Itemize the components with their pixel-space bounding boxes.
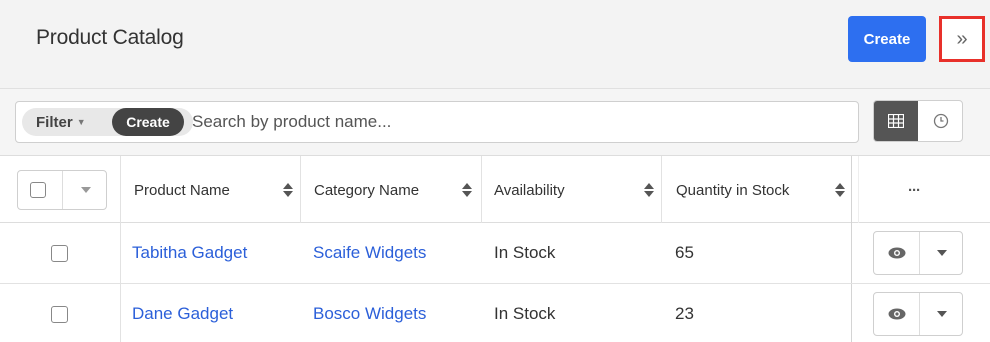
row-actions-dropdown[interactable]	[920, 293, 963, 335]
eye-icon	[888, 247, 905, 259]
table-row: Dane Gadget Bosco Widgets In Stock 23	[0, 284, 990, 342]
caret-down-icon	[936, 311, 947, 317]
mass-select-dropdown[interactable]	[17, 170, 107, 210]
page-header: Product Catalog Create »	[0, 0, 990, 88]
caret-down-icon[interactable]	[81, 187, 91, 193]
availability-cell: In Stock	[494, 304, 556, 323]
create-button[interactable]: Create	[848, 16, 926, 62]
search-input[interactable]	[192, 108, 842, 136]
table-row: Tabitha Gadget Scaife Widgets In Stock 6…	[0, 223, 990, 284]
product-name-link[interactable]: Tabitha Gadget	[132, 223, 247, 283]
search-container: Filter ▼ Create	[15, 101, 859, 143]
sort-icon[interactable]	[644, 183, 654, 197]
double-chevron-right-icon: »	[956, 27, 968, 50]
actions-column-menu[interactable]: ···	[908, 156, 921, 224]
preview-button[interactable]	[874, 232, 919, 274]
list-view-icon	[888, 114, 904, 128]
column-header-category-name[interactable]: Category Name	[314, 156, 419, 224]
select-all-checkbox[interactable]	[30, 182, 46, 198]
category-name-link[interactable]: Bosco Widgets	[313, 284, 426, 342]
filter-bar: Filter ▼ Create	[0, 88, 990, 155]
caret-down-icon	[936, 250, 947, 256]
availability-cell: In Stock	[494, 243, 556, 262]
list-view-button[interactable]	[874, 101, 918, 141]
product-name-link[interactable]: Dane Gadget	[132, 284, 233, 342]
column-header-quantity-in-stock[interactable]: Quantity in Stock	[676, 156, 789, 224]
filter-dropdown[interactable]: Filter ▼ Create	[22, 108, 193, 136]
filter-create-pill[interactable]: Create	[112, 108, 184, 136]
eye-icon	[888, 308, 905, 320]
clock-icon	[933, 113, 948, 129]
activity-view-button[interactable]	[918, 101, 962, 141]
row-actions	[873, 292, 963, 336]
view-toggle-group	[873, 100, 963, 142]
row-checkbox[interactable]	[51, 306, 68, 323]
filter-label: Filter	[36, 113, 73, 131]
row-actions-dropdown[interactable]	[920, 232, 963, 274]
caret-down-icon: ▼	[76, 117, 86, 127]
preview-button[interactable]	[874, 293, 919, 335]
quantity-cell: 23	[675, 304, 694, 323]
column-header-product-name[interactable]: Product Name	[134, 156, 230, 224]
table-header: Product Name Category Name Availability …	[0, 155, 990, 224]
category-name-link[interactable]: Scaife Widgets	[313, 223, 426, 283]
sort-icon[interactable]	[835, 183, 845, 197]
toggle-sidebar-button[interactable]: »	[939, 16, 985, 62]
sort-icon[interactable]	[283, 183, 293, 197]
column-header-availability[interactable]: Availability	[494, 156, 565, 224]
row-checkbox[interactable]	[51, 245, 68, 262]
page-title: Product Catalog	[36, 26, 184, 49]
sort-icon[interactable]	[462, 183, 472, 197]
quantity-cell: 65	[675, 243, 694, 262]
row-actions	[873, 231, 963, 275]
